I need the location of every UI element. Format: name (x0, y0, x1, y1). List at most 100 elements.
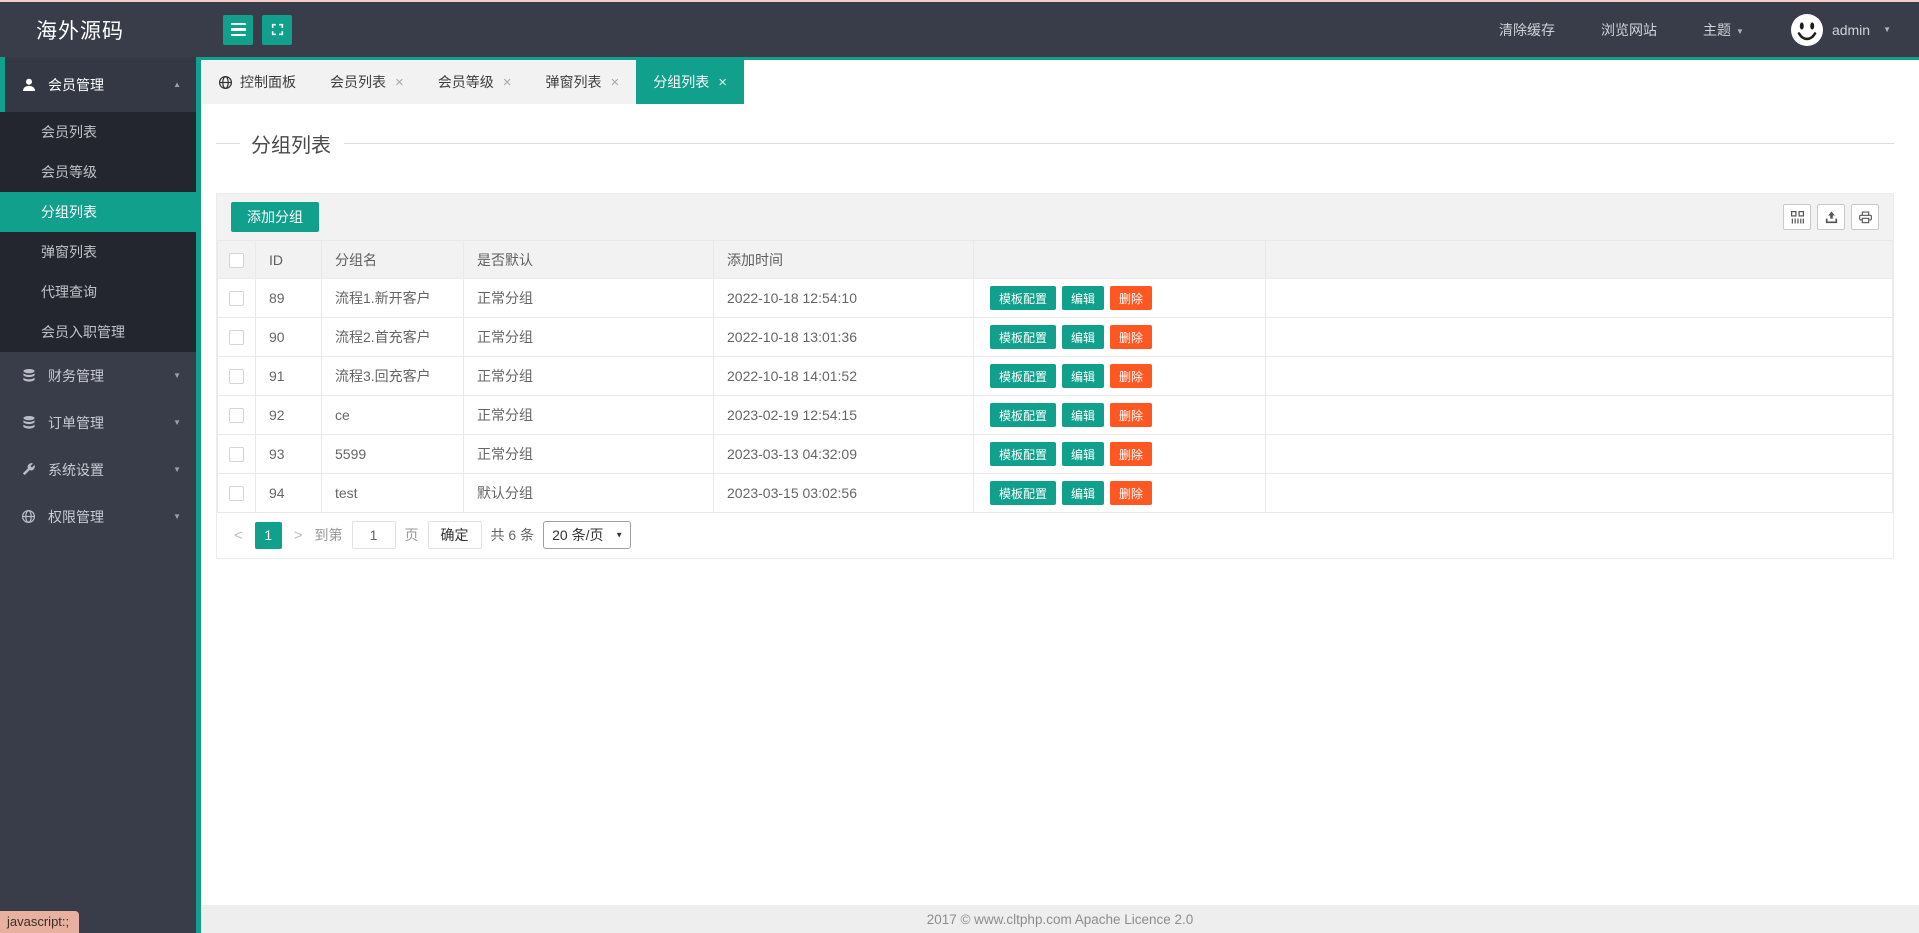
col-header-time: 添加时间 (714, 241, 974, 279)
chevron-up-icon: ▲ (173, 80, 181, 89)
browse-site-link[interactable]: 浏览网站 (1601, 20, 1657, 40)
template-config-button[interactable]: 模板配置 (990, 481, 1056, 505)
col-header-actions (974, 241, 1266, 279)
tab-active[interactable]: 分组列表× (636, 60, 744, 104)
sidebar-subitem[interactable]: 分组列表 (0, 192, 196, 232)
row-checkbox[interactable] (229, 330, 244, 345)
tabbar: 控制面板会员列表×会员等级×弹窗列表×分组列表× (201, 57, 1919, 104)
theme-label: 主题 (1703, 22, 1731, 38)
edit-button[interactable]: 编辑 (1062, 364, 1104, 388)
cell-time: 2023-03-15 03:02:56 (714, 474, 974, 513)
sidebar-item-permissions[interactable]: 权限管理▼ (0, 493, 196, 540)
sidebar-subitem[interactable]: 弹窗列表 (0, 232, 196, 272)
cell-default: 正常分组 (464, 279, 714, 318)
chevron-down-icon: ▼ (173, 371, 181, 380)
cell-name: 5599 (322, 435, 464, 474)
print-button[interactable] (1851, 204, 1879, 230)
cell-default: 正常分组 (464, 357, 714, 396)
delete-button[interactable]: 删除 (1110, 403, 1152, 427)
row-checkbox[interactable] (229, 486, 244, 501)
delete-button[interactable]: 删除 (1110, 364, 1152, 388)
tab-item[interactable]: 控制面板 (201, 60, 313, 104)
delete-button[interactable]: 删除 (1110, 442, 1152, 466)
username: admin (1832, 22, 1870, 38)
close-icon[interactable]: × (395, 75, 404, 90)
sidebar-subitem[interactable]: 会员入职管理 (0, 312, 196, 352)
page-size-native-select[interactable]: 20 条/页 (543, 521, 631, 549)
confirm-button[interactable]: 确定 (428, 521, 482, 549)
template-config-button[interactable]: 模板配置 (990, 325, 1056, 349)
template-config-button[interactable]: 模板配置 (990, 286, 1056, 310)
clear-cache-link[interactable]: 清除缓存 (1499, 20, 1555, 40)
cell-name: 流程1.新开客户 (322, 279, 464, 318)
columns-filter-button[interactable] (1783, 204, 1811, 230)
close-icon[interactable]: × (718, 75, 727, 90)
row-checkbox[interactable] (229, 408, 244, 423)
sidebar-others: 财务管理▼订单管理▼系统设置▼权限管理▼ (0, 352, 196, 540)
tab-item[interactable]: 会员列表× (313, 60, 421, 104)
app-logo: 海外源码 (0, 15, 196, 45)
globe-icon (218, 75, 233, 90)
select-all-checkbox[interactable] (229, 253, 244, 268)
topbar-toggles (223, 15, 292, 45)
footer-text: 2017 © www.cltphp.com Apache Licence 2.0 (927, 912, 1194, 927)
fullscreen-icon (270, 22, 285, 37)
close-icon[interactable]: × (503, 75, 512, 90)
sidebar-item-orders[interactable]: 订单管理▼ (0, 399, 196, 446)
sidebar: 会员管理 ▲ 会员列表会员等级分组列表弹窗列表代理查询会员入职管理 财务管理▼订… (0, 57, 201, 933)
edit-button[interactable]: 编辑 (1062, 286, 1104, 310)
export-button[interactable] (1817, 204, 1845, 230)
chevron-down-icon: ▼ (173, 465, 181, 474)
sidebar-subitem[interactable]: 会员列表 (0, 112, 196, 152)
cell-filler (1266, 435, 1893, 474)
cell-id: 89 (256, 279, 322, 318)
sidebar-item-member-management[interactable]: 会员管理 ▲ (0, 57, 196, 112)
user-menu[interactable]: admin ▼ (1790, 13, 1891, 47)
template-config-button[interactable]: 模板配置 (990, 364, 1056, 388)
table-row: 91流程3.回充客户正常分组2022-10-18 14:01:52模板配置编辑删… (218, 357, 1893, 396)
sidebar-item-finance[interactable]: 财务管理▼ (0, 352, 196, 399)
page-1-button[interactable]: 1 (255, 522, 282, 549)
table-row: 90流程2.首充客户正常分组2022-10-18 13:01:36模板配置编辑删… (218, 318, 1893, 357)
cell-id: 93 (256, 435, 322, 474)
row-checkbox[interactable] (229, 291, 244, 306)
close-icon[interactable]: × (611, 75, 620, 90)
prev-page-button[interactable]: < (231, 527, 246, 544)
sidebar-subitem[interactable]: 会员等级 (0, 152, 196, 192)
table-row: 94test默认分组2023-03-15 03:02:56模板配置编辑删除 (218, 474, 1893, 513)
edit-button[interactable]: 编辑 (1062, 403, 1104, 427)
add-group-button[interactable]: 添加分组 (231, 202, 319, 232)
cell-filler (1266, 357, 1893, 396)
cell-id: 92 (256, 396, 322, 435)
row-checkbox[interactable] (229, 369, 244, 384)
sidebar-subitem[interactable]: 代理查询 (0, 272, 196, 312)
cell-id: 94 (256, 474, 322, 513)
sidebar-toggle-button[interactable] (223, 15, 253, 45)
chevron-down-icon: ▼ (1736, 27, 1744, 36)
goto-label: 到第 (315, 525, 343, 545)
row-checkbox[interactable] (229, 447, 244, 462)
template-config-button[interactable]: 模板配置 (990, 442, 1056, 466)
hamburger-icon (231, 23, 246, 37)
table-header-row: ID 分组名 是否默认 添加时间 (218, 241, 1893, 279)
template-config-button[interactable]: 模板配置 (990, 403, 1056, 427)
fullscreen-button[interactable] (262, 15, 292, 45)
sidebar-item-system-settings[interactable]: 系统设置▼ (0, 446, 196, 493)
col-header-id: ID (256, 241, 322, 279)
table-tool-icons (1783, 204, 1879, 230)
edit-button[interactable]: 编辑 (1062, 325, 1104, 349)
cell-name: ce (322, 396, 464, 435)
next-page-button[interactable]: > (291, 527, 306, 544)
edit-button[interactable]: 编辑 (1062, 481, 1104, 505)
page-title-row: 分组列表 (216, 129, 1894, 157)
delete-button[interactable]: 删除 (1110, 325, 1152, 349)
tab-item[interactable]: 弹窗列表× (529, 60, 637, 104)
delete-button[interactable]: 删除 (1110, 286, 1152, 310)
edit-button[interactable]: 编辑 (1062, 442, 1104, 466)
export-icon (1824, 210, 1839, 225)
delete-button[interactable]: 删除 (1110, 481, 1152, 505)
tab-item[interactable]: 会员等级× (421, 60, 529, 104)
cell-time: 2023-02-19 12:54:15 (714, 396, 974, 435)
theme-dropdown[interactable]: 主题 ▼ (1703, 20, 1744, 40)
page-number-input[interactable] (352, 521, 396, 549)
